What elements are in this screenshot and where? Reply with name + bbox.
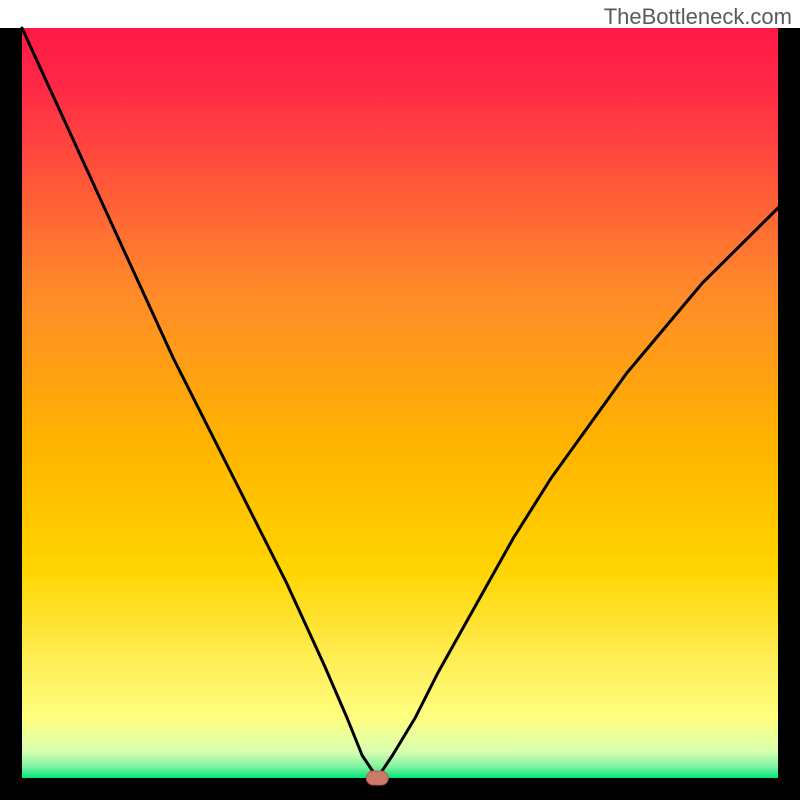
chart-canvas xyxy=(0,0,800,800)
optimal-point-marker xyxy=(366,771,388,785)
bottleneck-chart: TheBottleneck.com xyxy=(0,0,800,800)
watermark-text: TheBottleneck.com xyxy=(604,4,792,30)
gradient-background xyxy=(22,28,778,778)
